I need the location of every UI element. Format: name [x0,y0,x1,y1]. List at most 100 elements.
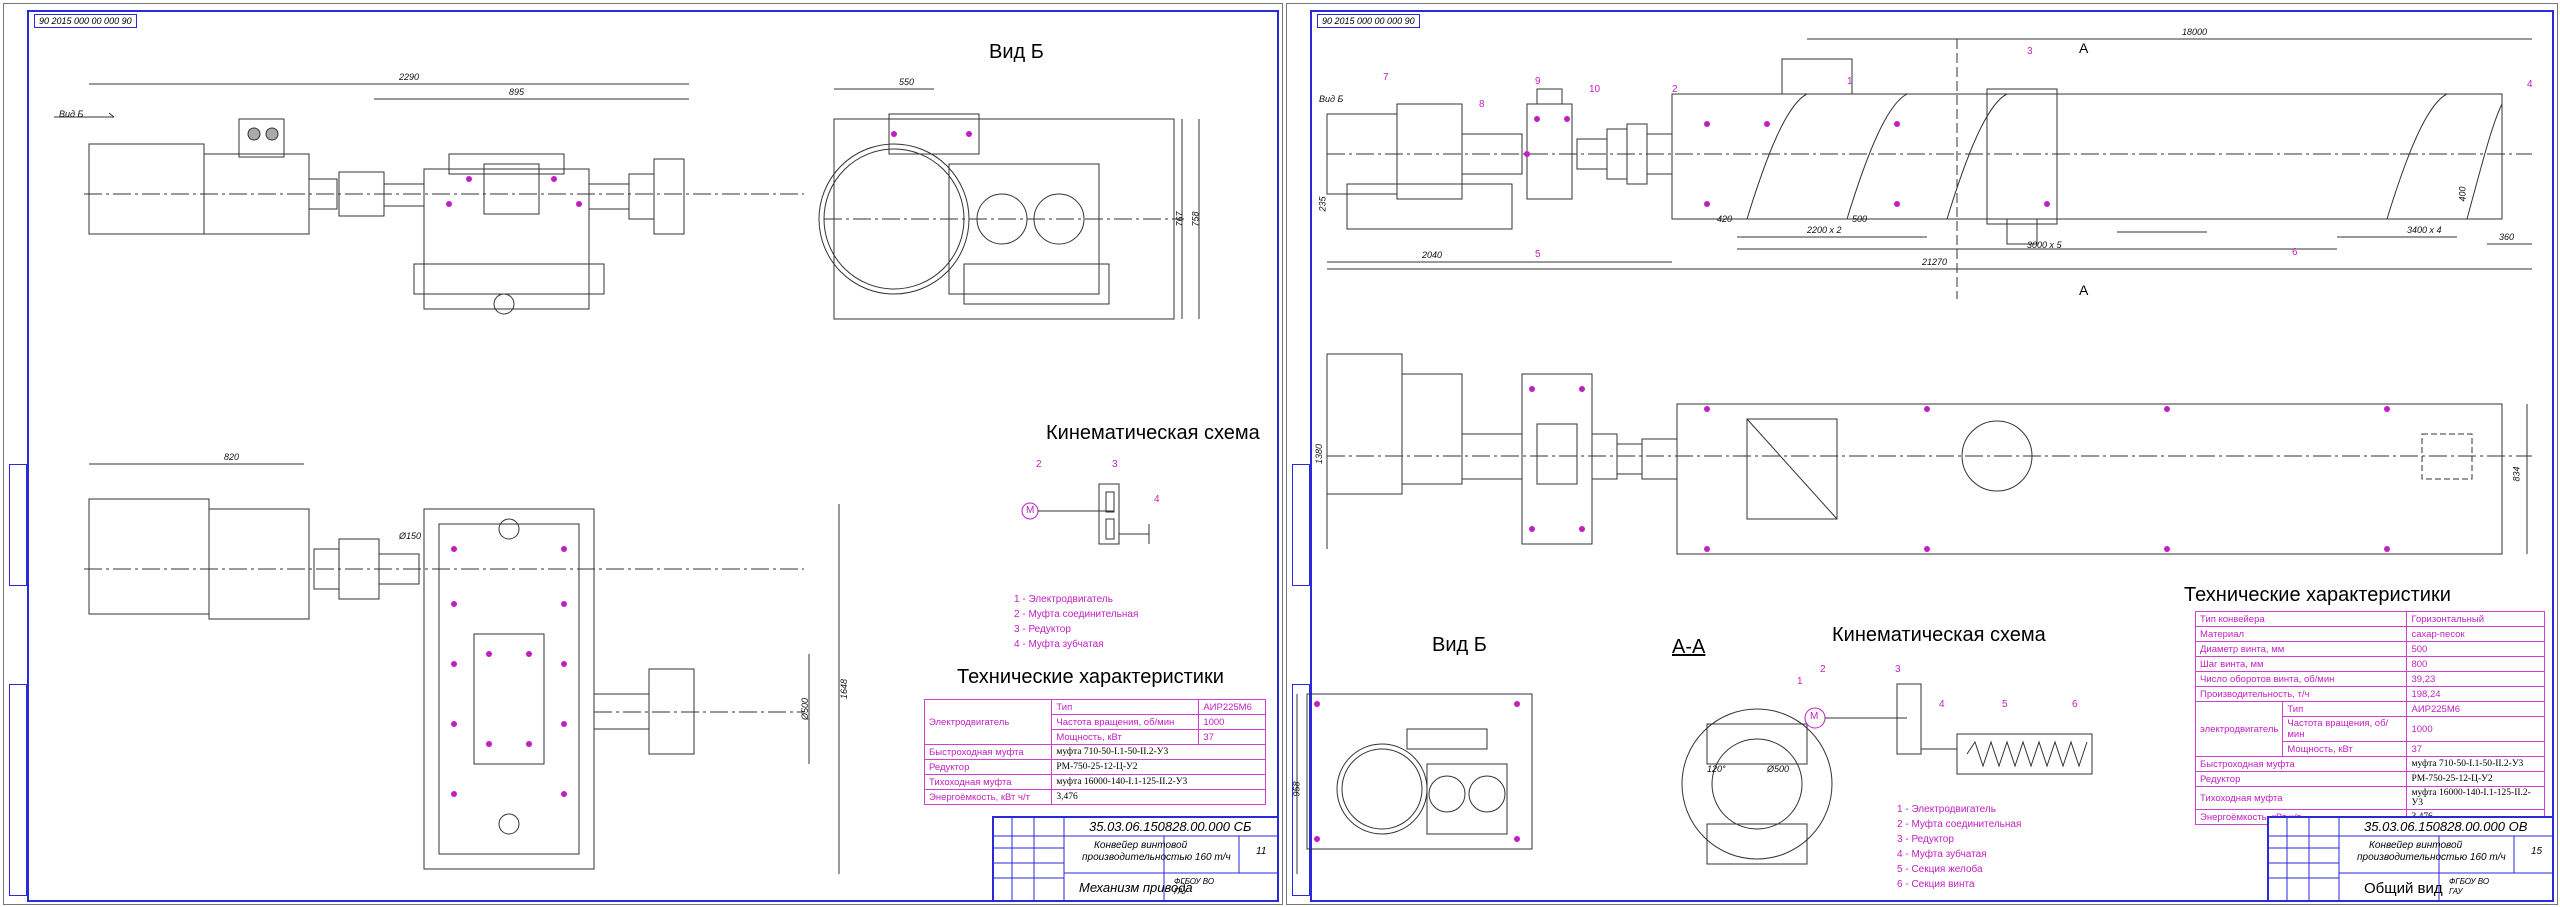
callout-4: 4 [2527,79,2533,90]
spec-cell: 3,476 [1051,789,1266,805]
section-a-a-title: А-А [1672,636,1706,658]
spec-cell: 500 [2406,641,2545,657]
section-mark-top: А [2079,40,2089,56]
view-b-arrow-label: Вид Б [1319,94,1344,104]
title-block: 35.03.06.150828.00.000 ОВ Конвейер винто… [2267,816,2554,902]
callout-6: 6 [2292,247,2298,258]
spec-cell: муфта 710-50-I.1-50-II.2-У3 [1051,744,1266,760]
kin-callout-4: 4 [1939,699,1945,710]
callout-2: 2 [1672,84,1678,95]
drawing-code: 35.03.06.150828.00.000 ОВ [2364,819,2528,834]
dim-958: 958 [1291,781,1302,797]
dim-trough-length: 18000 [2182,27,2208,37]
spec-cell: 37 [2406,741,2545,757]
spec-cell: Энергоёмкость, кВт ч/т [923,789,1053,805]
dim-angle: 120° [1707,764,1726,774]
spec-cell: муфта 710-50-I.1-50-II.2-У3 [2406,756,2545,772]
spec-cell: Тип конвейера [2194,611,2408,627]
dim-360: 360 [2499,232,2515,242]
dim-lowspeed-diameter: Ø500 [800,697,811,721]
kin-callout-2: 2 [1820,664,1826,675]
dim-gearbox-shaft: 895 [509,87,525,97]
dim-plan-width: 1648 [839,678,850,700]
spec-table: Электродвигатель Тип АИР225М6 Частота вр… [923,699,1266,805]
org-line-2: ГАУ [2449,887,2463,896]
spec-cell: Тип [1051,699,1200,715]
dim-overall-length: 21270 [1922,257,1948,267]
kin-legend-6: 6 - Секция винта [1897,879,1975,890]
spec-cell: Быстроходная муфта [2194,756,2408,772]
kin-callout-5: 5 [2002,699,2008,710]
spec-motor-label: Электродвигатель [923,699,1053,745]
drawing-title-line-1: Конвейер винтовой [1094,840,1188,851]
spec-cell: 39,23 [2406,671,2545,687]
dim-sections-2: 2200 x 2 [1807,225,1842,235]
spec-cell: муфта 16000-140-I.1-125-II.2-У3 [2406,786,2545,810]
spec-cell: Число оборотов винта, об/мин [2194,671,2408,687]
spec-table: Тип конвейера Горизонтальный Материал саха… [2194,611,2545,825]
spec-cell: 1000 [2406,716,2545,742]
title-block: 35.03.06.150828.00.000 СБ Конвейер винто… [992,816,1279,902]
spec-cell: Производительность, т/ч [2194,686,2408,702]
dim-sections-5: 3000 x 5 [2027,240,2062,250]
dim-834: 834 [2511,466,2522,482]
dim-235: 235 [1317,196,1328,212]
dim-1380: 1380 [1314,443,1325,465]
spec-title: Технические характеристики [2184,584,2451,606]
dim-drive-length: 2040 [1422,250,1443,260]
dim-sections-4: 3400 x 4 [2407,225,2442,235]
spec-motor-label: электродвигатель [2194,701,2284,757]
drawing-title-line-1: Конвейер винтовой [2369,840,2463,851]
dim-400: 400 [2457,186,2468,202]
spec-cell: Тихоходная муфта [2194,786,2408,810]
section-mark-bottom: А [2079,282,2089,298]
callout-10: 10 [1589,84,1601,95]
spec-cell: 1000 [1198,714,1266,730]
callout-1: 1 [1847,76,1853,87]
kin-legend-4: 4 - Муфта зубчатая [1897,849,1987,860]
sheet-number: 11 [1256,846,1267,857]
dim-total-height: 758 [1190,211,1201,227]
dim-axis-height: 767 [1174,211,1185,227]
callout-5: 5 [1535,249,1541,260]
kin-callout-2: 2 [1036,459,1042,470]
spec-cell: Быстроходная муфта [923,744,1053,760]
drawing-name: Общий вид [2364,880,2443,897]
motor-body-plan [88,498,210,615]
callout-8: 8 [1479,99,1485,110]
spec-cell: 198,24 [2406,686,2545,702]
kinematic-scheme-title: Кинематическая схема [1832,624,2046,646]
view-b-title: Вид Б [989,41,1044,63]
spec-cell: Диаметр винта, мм [2194,641,2408,657]
drawing-code: 35.03.06.150828.00.000 СБ [1089,819,1252,834]
spec-cell: Тип [2282,701,2408,717]
kin-callout-3: 3 [1112,459,1118,470]
kin-callout-6: 6 [2072,699,2078,710]
dim-overall-length: 2290 [399,72,420,82]
kin-legend-2: 2 - Муфта соединительная [1897,819,2022,830]
spec-cell: АИР225М6 [2406,701,2545,717]
drawing-title-line-2: производительностью 160 т/ч [1082,852,1231,863]
spec-cell: Тихоходная муфта [923,774,1053,790]
drawing-sheet-general-view: 90 2015 000 00 000 90 Вид Б 18000 21270 … [1286,3,2558,905]
spec-cell: Мощность, кВт [1051,729,1200,745]
spec-cell: 800 [2406,656,2545,672]
kin-legend-5: 5 - Секция желоба [1897,864,1983,875]
kin-callout-1: 1 [1797,676,1803,687]
spec-cell: сахар-песок [2406,626,2545,642]
spec-cell: Редуктор [2194,771,2408,787]
sheet-number: 15 [2531,846,2543,857]
kin-legend-4: 4 - Муфта зубчатая [1014,639,1104,650]
dim-420: 420 [1717,214,1733,224]
dim-screw-diameter: Ø500 [1767,764,1790,774]
callout-9: 9 [1535,76,1541,87]
spec-cell: Шаг винта, мм [2194,656,2408,672]
motor-body-top [88,143,205,235]
spec-cell: АИР225М6 [1198,699,1266,715]
kin-legend-1: 1 - Электродвигатель [1014,594,1113,605]
spec-cell: Частота вращения, об/мин [2282,716,2408,742]
kin-legend-1: 1 - Электродвигатель [1897,804,1996,815]
dim-coupling-diameter: Ø150 [399,531,422,541]
dim-500: 500 [1852,214,1868,224]
kin-callout-3: 3 [1895,664,1901,675]
